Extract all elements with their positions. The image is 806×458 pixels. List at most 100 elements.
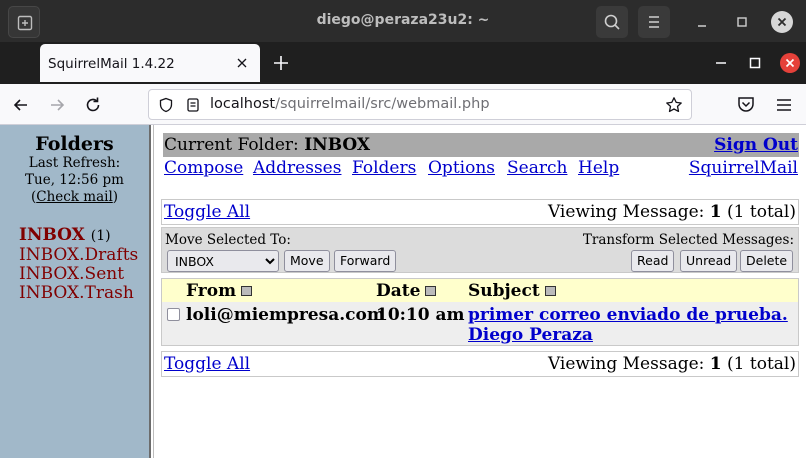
folder-sent[interactable]: INBOX.Sent: [19, 265, 138, 284]
mark-unread-button[interactable]: Unread: [680, 250, 738, 272]
window-title: diego@peraza23u2: ~: [316, 12, 490, 28]
tab-title: SquirrelMail 1.4.22: [48, 56, 175, 72]
menu-options[interactable]: Options: [428, 158, 495, 178]
toggle-all-link[interactable]: Toggle All: [164, 202, 250, 222]
viewing-prefix: Viewing Message:: [547, 354, 705, 374]
main-menu: Compose Addresses Folders Options Search…: [163, 158, 799, 180]
search-icon: [604, 14, 620, 30]
folder-inbox[interactable]: INBOX (1): [19, 226, 138, 246]
check-mail-link[interactable]: Check mail: [36, 189, 113, 205]
viewing-number: 1: [709, 202, 722, 222]
maximize-button[interactable]: [731, 11, 753, 33]
menu-search[interactable]: Search: [507, 158, 567, 178]
viewing-total: (1 total): [727, 202, 796, 222]
move-button[interactable]: Move: [284, 250, 330, 272]
squirrelmail-link[interactable]: SquirrelMail: [689, 158, 798, 178]
column-date[interactable]: Date: [376, 281, 437, 301]
browser-navigation-bar: localhost/squirrelmail/src/webmail.php: [0, 84, 806, 125]
column-subject[interactable]: Subject: [468, 281, 556, 301]
viewing-number: 1: [709, 354, 722, 374]
maximize-icon: [737, 17, 747, 27]
url-path: /squirrelmail/src/webmail.php: [275, 96, 490, 112]
viewing-message: Viewing Message: 1 (1 total): [548, 354, 796, 374]
close-icon: [785, 58, 795, 68]
new-tab-icon[interactable]: [272, 54, 290, 72]
viewing-message: Viewing Message: 1 (1 total): [548, 202, 796, 222]
terminal-menu-button[interactable]: [638, 6, 670, 38]
page-info-icon[interactable]: [185, 97, 201, 113]
message-table: From Date Subject loli@miempresa.com 10:…: [161, 278, 799, 346]
current-folder: Current Folder: INBOX: [164, 135, 370, 155]
check-mail-wrapper: (Check mail): [0, 189, 149, 206]
hamburger-icon: [649, 16, 659, 28]
current-folder-bar: Current Folder: INBOX Sign Out: [163, 133, 799, 157]
folders-title: Folders: [35, 133, 114, 155]
minimize-icon: [698, 25, 706, 27]
menu-folders[interactable]: Folders: [352, 158, 416, 178]
column-from[interactable]: From: [186, 281, 253, 301]
sort-icon[interactable]: [241, 286, 253, 296]
message-table-header: From Date Subject: [162, 279, 798, 302]
menu-addresses[interactable]: Addresses: [253, 158, 341, 178]
delete-button[interactable]: Delete: [740, 250, 794, 272]
pocket-icon[interactable]: [736, 94, 756, 114]
sort-icon[interactable]: [425, 286, 437, 296]
folder-list: INBOX (1) INBOX.Drafts INBOX.Sent INBOX.…: [19, 226, 138, 303]
menu-compose[interactable]: Compose: [164, 158, 243, 178]
message-actions: Move Selected To: Transform Selected Mes…: [161, 227, 799, 273]
folder-drafts[interactable]: INBOX.Drafts: [19, 246, 138, 265]
message-date: 10:10 am: [376, 305, 465, 325]
column-subject-label: Subject: [468, 281, 540, 301]
window-titlebar: diego@peraza23u2: ~: [0, 0, 806, 42]
browser-tab-strip: SquirrelMail 1.4.22: [0, 42, 806, 84]
forward-button[interactable]: Forward: [334, 250, 397, 272]
table-row: loli@miempresa.com 10:10 am primer corre…: [162, 302, 798, 345]
column-date-label: Date: [376, 281, 421, 301]
mark-read-button[interactable]: Read: [631, 250, 675, 272]
move-selected-label: Move Selected To:: [165, 232, 291, 248]
message-subject-link[interactable]: primer correo enviado de prueba. Diego P…: [468, 305, 796, 345]
message-from: loli@miempresa.com: [186, 305, 385, 325]
browser-close-button[interactable]: [780, 53, 800, 73]
bookmark-star-icon[interactable]: [665, 96, 683, 114]
viewing-prefix: Viewing Message:: [547, 202, 705, 222]
url-host: localhost: [210, 96, 276, 112]
browser-tab[interactable]: SquirrelMail 1.4.22: [40, 44, 260, 82]
webmail-page: Folders Last Refresh: Tue, 12:56 pm (Che…: [0, 125, 806, 458]
column-from-label: From: [186, 281, 237, 301]
folder-pane: Folders Last Refresh: Tue, 12:56 pm (Che…: [0, 125, 149, 458]
back-icon[interactable]: [11, 95, 31, 115]
minimize-button[interactable]: [691, 11, 713, 33]
check-mail-paren-close: ): [112, 189, 119, 205]
close-icon: [777, 17, 787, 27]
folder-inbox-label: INBOX: [19, 225, 85, 245]
move-target-select[interactable]: INBOX: [167, 250, 279, 272]
list-nav-top: Toggle All Viewing Message: 1 (1 total): [161, 199, 799, 225]
window-close-button[interactable]: [771, 11, 793, 33]
forward-icon[interactable]: [47, 95, 67, 115]
browser-minimize-icon[interactable]: [713, 55, 729, 71]
current-folder-label: Current Folder:: [164, 135, 299, 155]
viewing-total: (1 total): [727, 354, 796, 374]
toggle-all-link[interactable]: Toggle All: [164, 354, 250, 374]
message-checkbox[interactable]: [167, 308, 180, 321]
frame-divider[interactable]: [149, 125, 154, 458]
app-menu-icon[interactable]: [774, 95, 794, 115]
sort-icon[interactable]: [544, 286, 556, 296]
last-refresh-label: Last Refresh:: [28, 155, 121, 171]
transform-label: Transform Selected Messages:: [582, 232, 794, 248]
folder-trash[interactable]: INBOX.Trash: [19, 284, 138, 303]
url-bar[interactable]: localhost/squirrelmail/src/webmail.php: [148, 89, 692, 120]
reload-icon[interactable]: [83, 95, 103, 115]
url-text[interactable]: localhost/squirrelmail/src/webmail.php: [210, 96, 490, 112]
terminal-search-button[interactable]: [596, 6, 628, 38]
unread-count: (1): [90, 228, 111, 244]
current-folder-name: INBOX: [304, 135, 371, 155]
last-refresh: Last Refresh: Tue, 12:56 pm (Check mail): [0, 155, 149, 206]
browser-maximize-icon[interactable]: [747, 55, 763, 71]
sign-out-link[interactable]: Sign Out: [714, 135, 798, 155]
tracking-shield-icon[interactable]: [158, 97, 174, 113]
close-tab-icon[interactable]: [234, 55, 250, 71]
last-refresh-time: Tue, 12:56 pm: [25, 172, 124, 188]
menu-help[interactable]: Help: [578, 158, 619, 178]
